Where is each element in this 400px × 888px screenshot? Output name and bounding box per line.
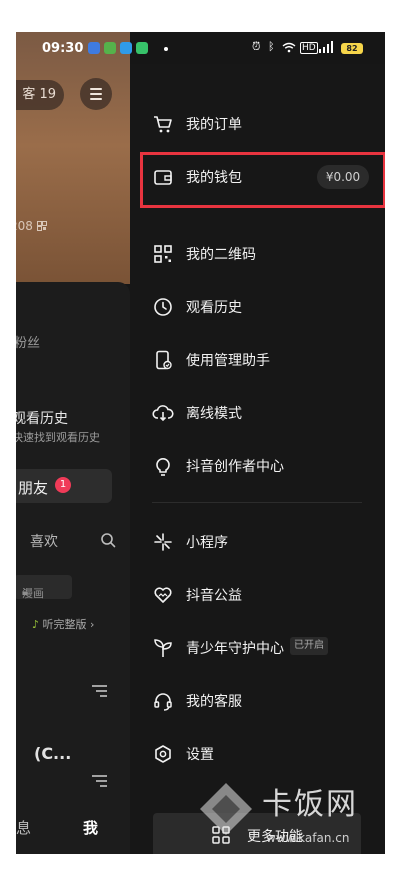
tab-likes[interactable]: 喜欢 xyxy=(30,531,58,551)
battery-indicator: 82 xyxy=(341,43,363,54)
menu-item-qrcode[interactable]: 我的二维码 xyxy=(130,232,385,276)
cloud-download-icon xyxy=(152,405,174,422)
friends-label: 朋友 xyxy=(18,479,49,497)
menu-item-label: 我的钱包 xyxy=(186,170,242,186)
youth-mode-enabled-badge: 已开启 xyxy=(290,637,328,655)
visitor-count-text: 客 19 xyxy=(22,87,56,102)
status-bar: 09:30 ⏰︎ ᛒ HD 82 xyxy=(16,32,385,64)
menu-item-label: 小程序 xyxy=(186,535,228,551)
more-notifications-dot xyxy=(164,47,168,51)
lock-icon: 🔒︎ xyxy=(22,585,28,598)
menu-item-creator-center[interactable]: 抖音创作者中心 xyxy=(130,444,385,488)
sprout-icon xyxy=(154,639,172,657)
hamburger-menu-button[interactable] xyxy=(80,78,112,110)
friends-button[interactable]: 朋友 1 xyxy=(16,469,112,503)
menu-item-usage-manager[interactable]: 使用管理助手 xyxy=(130,338,385,382)
menu-item-label: 使用管理助手 xyxy=(186,353,270,369)
menu-item-customer-service[interactable]: 我的客服 xyxy=(130,679,385,723)
menu-item-charity[interactable]: 抖音公益 xyxy=(130,573,385,617)
douyin-id-value: 208 xyxy=(16,219,33,233)
heart-hand-icon xyxy=(154,587,172,603)
app-notification-icon xyxy=(136,42,148,54)
phone-screen: 客 19 208 粉丝 观看历史 快速找到观看历史 朋友 1 喜欢 xyxy=(16,32,385,854)
partial-title-text: (C... xyxy=(34,744,72,763)
signal-icon xyxy=(319,41,333,53)
menu-item-label: 设置 xyxy=(186,747,214,763)
menu-item-mini-programs[interactable]: 小程序 xyxy=(130,520,385,564)
hd-icon: HD xyxy=(300,42,318,54)
wallet-balance: ¥0.00 xyxy=(317,165,369,189)
menu-item-settings[interactable]: 设置 xyxy=(130,732,385,776)
listen-full-label: 听完整版 › xyxy=(42,618,95,631)
app-notification-icon xyxy=(104,42,116,54)
alarm-icon: ⏰︎ xyxy=(252,40,261,53)
section-divider xyxy=(152,502,362,503)
phone-manage-icon xyxy=(156,350,172,370)
settings-icon xyxy=(155,745,171,763)
headset-icon xyxy=(154,693,172,711)
menu-item-label: 抖音公益 xyxy=(186,588,242,604)
list-sort-icon[interactable] xyxy=(90,684,108,698)
miniapp-icon xyxy=(154,533,172,551)
watermark-text: 卡饭网 xyxy=(262,787,358,822)
menu-item-label: 我的订单 xyxy=(186,117,242,133)
watermark-logo xyxy=(200,783,252,835)
qrcode-icon xyxy=(154,245,172,263)
side-drawer-menu: 我的订单 我的钱包 ¥0.00 我的二维码 观看历史 使用管理助手 离线模式 抖… xyxy=(130,64,385,854)
watermark: 卡饭网 www.kafan.cn xyxy=(196,779,396,859)
app-notification-icon xyxy=(88,42,100,54)
menu-item-label: 观看历史 xyxy=(186,300,242,316)
menu-item-label: 我的二维码 xyxy=(186,247,256,263)
wallet-icon xyxy=(154,170,172,185)
wifi-icon xyxy=(282,42,296,53)
menu-item-offline[interactable]: 离线模式 xyxy=(130,391,385,435)
cart-icon xyxy=(154,116,172,133)
app-notification-icon xyxy=(120,42,132,54)
list-sort-icon[interactable] xyxy=(90,774,108,788)
music-note-icon: ♪ xyxy=(32,618,40,631)
menu-item-label: 抖音创作者中心 xyxy=(186,459,284,475)
profile-body xyxy=(16,282,130,854)
nav-messages[interactable]: 息 xyxy=(16,817,31,838)
menu-item-orders[interactable]: 我的订单 xyxy=(130,102,385,146)
watermark-url: www.kafan.cn xyxy=(266,831,350,845)
listen-full-link[interactable]: ♪ 听完整版 › xyxy=(32,616,94,632)
history-card-title[interactable]: 观看历史 xyxy=(16,408,68,428)
clock-icon xyxy=(154,298,172,316)
background-profile-page: 客 19 208 粉丝 观看历史 快速找到观看历史 朋友 1 喜欢 xyxy=(16,32,130,854)
menu-item-label: 青少年守护中心 xyxy=(186,641,284,657)
status-time: 09:30 xyxy=(42,41,84,56)
menu-item-youth-protection[interactable]: 青少年守护中心 xyxy=(130,626,385,670)
fans-label[interactable]: 粉丝 xyxy=(16,332,40,351)
qrcode-small-icon xyxy=(36,221,47,231)
profile-cover xyxy=(16,32,130,284)
search-icon[interactable] xyxy=(100,532,116,548)
friends-badge: 1 xyxy=(55,477,71,493)
douyin-id-text: 208 xyxy=(16,219,47,233)
nav-me[interactable]: 我 xyxy=(83,817,98,838)
comic-chip[interactable]: 漫画 🔒︎ xyxy=(16,575,72,600)
menu-item-history[interactable]: 观看历史 xyxy=(130,285,385,329)
bluetooth-icon: ᛒ xyxy=(268,40,275,53)
visitor-count-pill[interactable]: 客 19 xyxy=(16,80,64,110)
menu-item-label: 我的客服 xyxy=(186,694,242,710)
bulb-icon xyxy=(156,458,170,476)
history-card-subtitle: 快速找到观看历史 xyxy=(16,431,100,444)
menu-item-label: 离线模式 xyxy=(186,406,242,422)
